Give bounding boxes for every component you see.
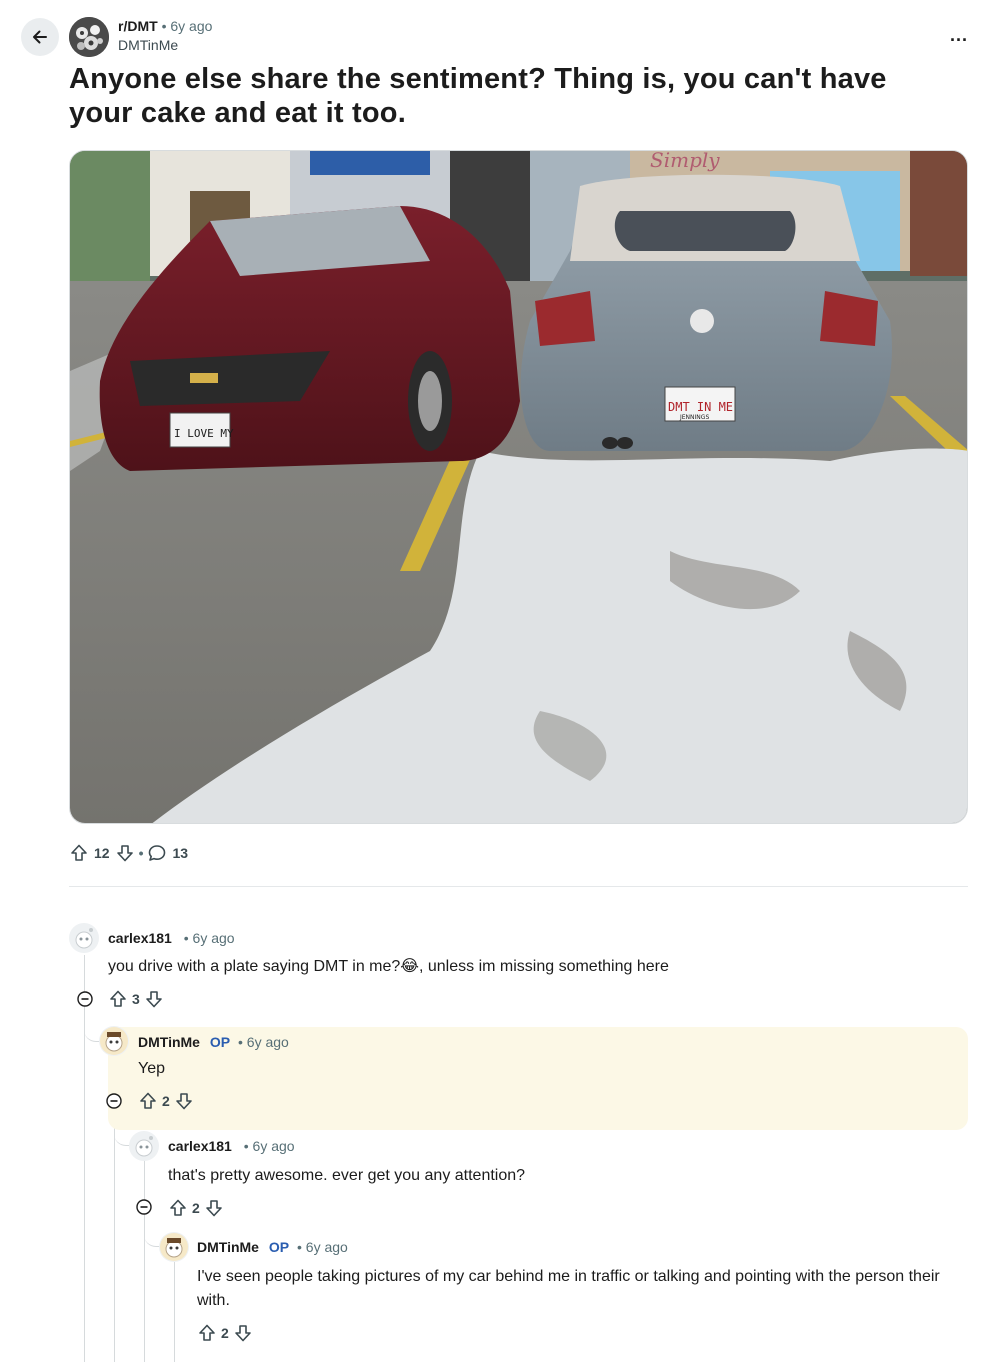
avatar-icon [135,1136,153,1157]
comment-age: 6y ago [252,1138,295,1154]
comment-author[interactable]: DMTinMe [138,1034,200,1050]
meta-separator: • [161,18,167,34]
comment-separator: • [296,1239,302,1255]
post-image[interactable]: Simply I LOVE MY DMT IN ME JENNINGS [69,150,968,824]
subreddit-avatar[interactable] [69,17,109,57]
comment-icon [149,845,166,861]
comment-author[interactable]: carlex181 [168,1138,232,1154]
right-plate-footer: JENNINGS [679,414,709,421]
subreddit-icon [69,17,109,57]
avatar[interactable] [69,923,99,953]
upvote-icon[interactable] [168,1198,188,1218]
upvote-count: 12 [94,845,110,861]
comment-body: Yep [138,1060,165,1077]
comment-separator: • [243,1138,249,1154]
thread-line-level-3 [174,1262,175,1362]
comment-separator: • [183,930,189,946]
comment-header: carlex181 • 6y ago [168,1137,295,1155]
post-divider [69,886,968,887]
comment-header: DMTinMe OP • 6y ago [138,1033,289,1051]
upvote-icon [71,844,87,861]
subreddit-link[interactable]: r/DMT [118,18,158,34]
op-badge: OP [209,1034,231,1050]
comments-button[interactable] [147,843,167,863]
comment-actions: 2 [197,1322,253,1344]
upvote-icon[interactable] [108,989,128,1009]
back-arrow-icon [33,30,47,44]
back-button[interactable] [21,18,59,56]
comment-vote-count: 2 [162,1093,170,1109]
collapse-icon[interactable] [136,1199,152,1215]
upvote-icon[interactable] [138,1091,158,1111]
collapse-icon[interactable] [77,991,93,1007]
post-title: Anyone else share the sentiment? Thing i… [69,63,887,129]
thread-line-level-2 [144,1160,145,1362]
avatar[interactable] [99,1026,129,1056]
store-sign-text: Simply [650,151,720,172]
post-age: 6y ago [170,18,213,34]
op-badge: OP [268,1239,290,1255]
thread-curve [144,1220,160,1247]
comment-header: DMTinMe OP • 6y ago [197,1238,348,1256]
comment-vote-count: 2 [192,1200,200,1216]
comment-age: 6y ago [246,1034,289,1050]
comment-actions: 2 [138,1090,194,1112]
post-author[interactable]: DMTinMe [118,36,212,55]
comment-body: I've seen people taking pictures of my c… [197,1268,940,1309]
comment-header: carlex181 • 6y ago [108,929,235,947]
actions-separator: • [138,845,144,861]
left-plate-text: I LOVE MY [174,427,234,440]
avatar[interactable] [129,1131,159,1161]
post-meta: r/DMT • 6y ago DMTinMe [118,17,212,55]
more-options-button[interactable]: ... [950,26,968,44]
comment-vote-count: 3 [132,991,140,1007]
comment-age: 6y ago [305,1239,348,1255]
avatar-icon [100,1027,128,1055]
upvote-icon[interactable] [197,1323,217,1343]
comment-body: that's pretty awesome. ever get you any … [168,1167,526,1184]
car-photo: Simply I LOVE MY DMT IN ME JENNINGS [70,151,967,823]
comment-actions: 3 [108,988,164,1010]
collapse-icon[interactable] [106,1093,122,1109]
comment-body: you drive with a plate saying DMT in me?… [108,958,669,975]
downvote-icon[interactable] [233,1323,253,1343]
more-icon: ... [949,25,968,45]
right-plate-text: DMT IN ME [668,400,733,414]
comment-count: 13 [172,845,189,861]
downvote-button[interactable] [115,843,135,863]
downvote-icon[interactable] [144,989,164,1009]
comment-author[interactable]: carlex181 [108,930,172,946]
comment-age: 6y ago [192,930,235,946]
post-actions: 12 • 13 [69,841,193,865]
comment-separator: • [237,1034,243,1050]
downvote-icon [116,845,133,862]
avatar[interactable] [159,1232,189,1262]
thread-curve [84,1010,100,1042]
comment-actions: 2 [168,1197,224,1219]
comment-vote-count: 2 [221,1325,229,1341]
upvote-button[interactable] [69,843,89,863]
comment-author[interactable]: DMTinMe [197,1239,259,1255]
avatar-icon [75,928,93,949]
avatar-icon [160,1233,188,1261]
downvote-icon[interactable] [174,1091,194,1111]
downvote-icon[interactable] [204,1198,224,1218]
